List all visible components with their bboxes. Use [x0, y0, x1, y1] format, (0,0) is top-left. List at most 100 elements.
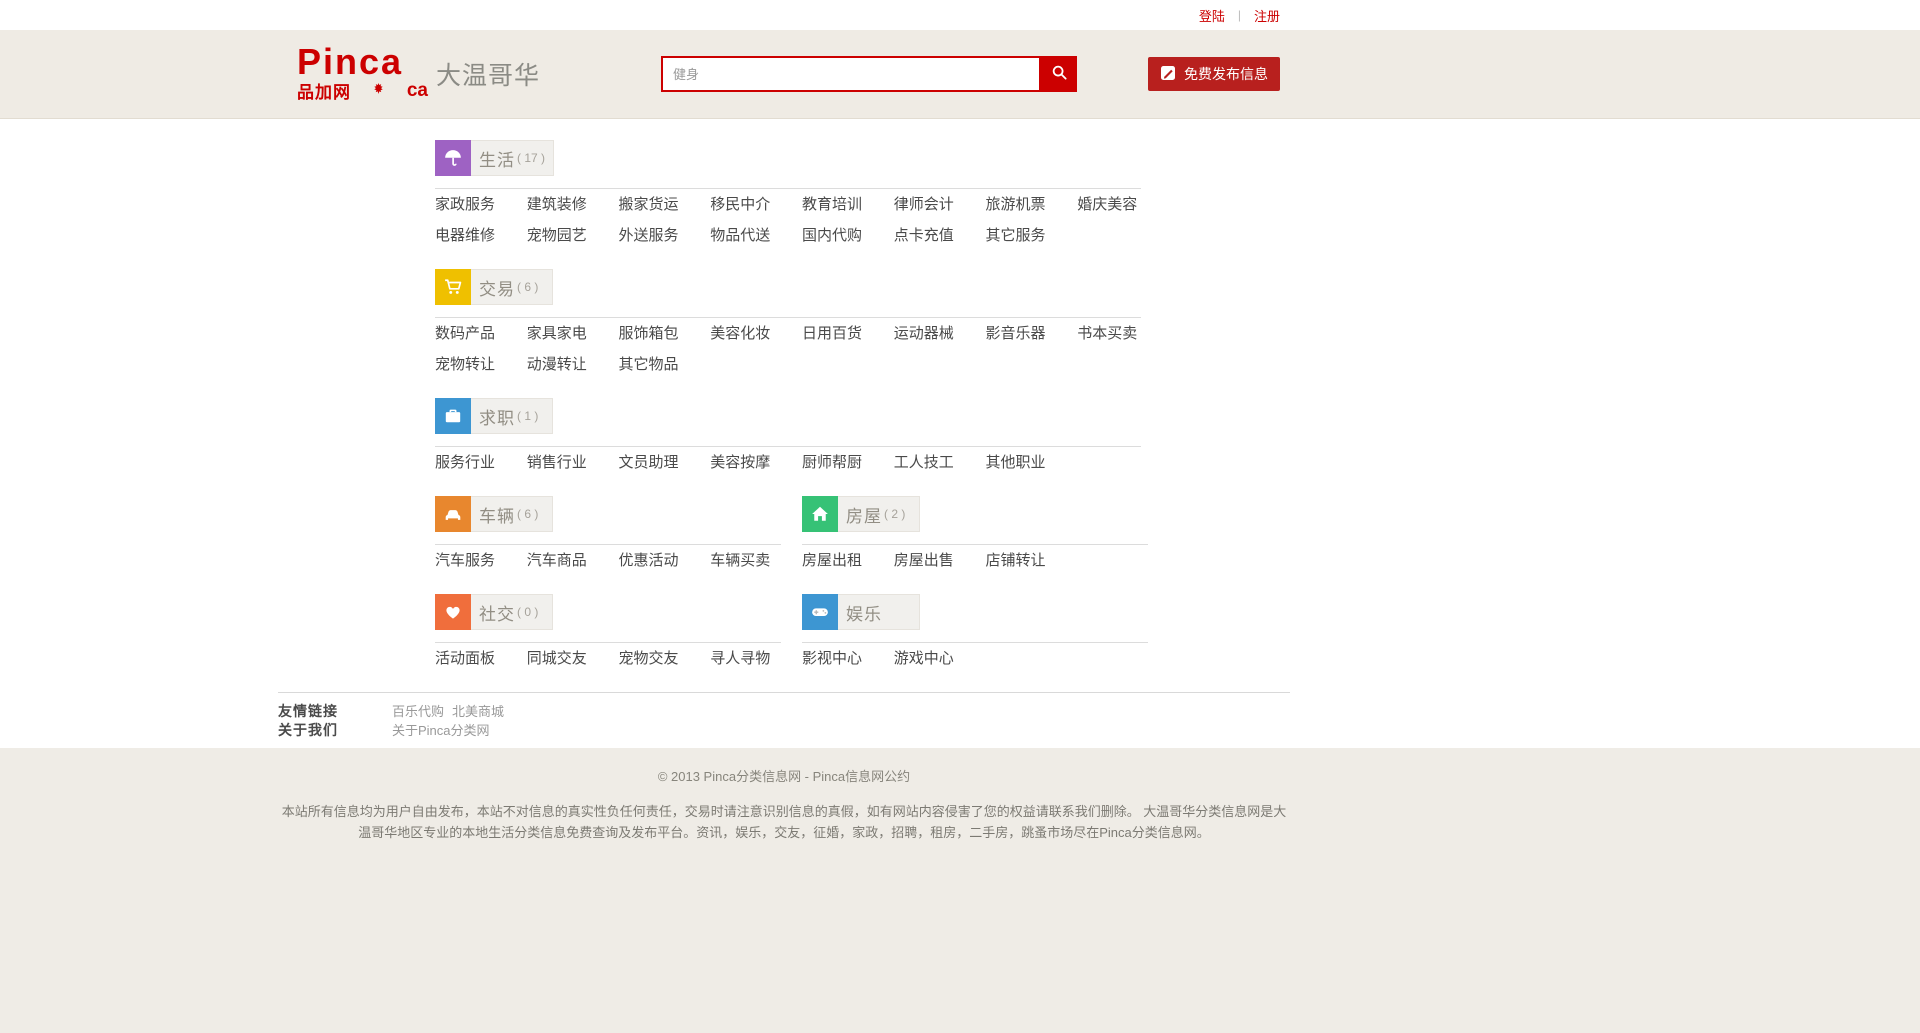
register-link[interactable]: 注册 — [1254, 6, 1280, 25]
friend-link[interactable]: 北美商城 — [452, 704, 504, 719]
briefcase-icon — [435, 398, 471, 434]
car-icon — [435, 496, 471, 532]
category-link[interactable]: 影视中心 — [802, 643, 894, 674]
house-icon — [802, 496, 838, 532]
category-link[interactable]: 移民中介 — [710, 189, 802, 220]
category-link[interactable]: 车辆买卖 — [710, 545, 802, 576]
category-link[interactable]: 同城交友 — [527, 643, 619, 674]
section-social-title: 社交( 0 ) — [471, 594, 553, 630]
friend-links-label: 友情链接 — [278, 702, 392, 721]
city-label: 大温哥华 — [436, 56, 540, 92]
cart-icon — [435, 269, 471, 305]
category-link[interactable]: 美容按摩 — [710, 447, 802, 478]
category-link[interactable]: 教育培训 — [802, 189, 894, 220]
category-link[interactable]: 家具家电 — [527, 318, 619, 349]
section-vehicles-header: 车辆( 6 ) — [435, 496, 781, 532]
logo-domain: ca — [407, 80, 428, 102]
heart-icon — [435, 594, 471, 630]
section-jobs-title: 求职( 1 ) — [471, 398, 553, 434]
search-input[interactable] — [661, 56, 1041, 92]
maple-leaf-icon — [373, 81, 384, 97]
section-trade: 交易( 6 ) 数码产品家具家电服饰箱包美容化妆日用百货运动器械影音乐器书本买卖… — [435, 269, 1141, 380]
category-link[interactable]: 外送服务 — [619, 220, 711, 251]
post-ad-button[interactable]: 免费发布信息 — [1148, 57, 1280, 91]
section-trade-header: 交易( 6 ) — [435, 269, 1141, 305]
category-link[interactable]: 文员助理 — [619, 447, 711, 478]
site-disclaimer: 本站所有信息均为用户自由发布，本站不对信息的真实性负任何责任，交易时请注意识别信… — [278, 801, 1290, 843]
login-link[interactable]: 登陆 — [1199, 6, 1225, 25]
category-link[interactable]: 电器维修 — [435, 220, 527, 251]
category-link[interactable]: 家政服务 — [435, 189, 527, 220]
category-link[interactable]: 宠物园艺 — [527, 220, 619, 251]
gamepad-icon — [802, 594, 838, 630]
category-link[interactable]: 运动器械 — [894, 318, 986, 349]
section-vehicles-title: 车辆( 6 ) — [471, 496, 553, 532]
section-life-title: 生活( 17 ) — [471, 140, 554, 176]
category-link[interactable]: 点卡充值 — [894, 220, 986, 251]
logo-wordmark: Pinca — [297, 45, 428, 78]
category-link[interactable]: 优惠活动 — [619, 545, 711, 576]
category-link[interactable]: 活动面板 — [435, 643, 527, 674]
topbar-separator: | — [1238, 8, 1241, 22]
friend-link[interactable]: 百乐代购 — [392, 704, 444, 719]
category-link[interactable]: 旅游机票 — [986, 189, 1078, 220]
category-link[interactable]: 其他职业 — [986, 447, 1078, 478]
section-vehicles-links: 汽车服务汽车商品优惠活动车辆买卖 — [435, 545, 802, 576]
category-link[interactable]: 销售行业 — [527, 447, 619, 478]
category-link[interactable]: 其它服务 — [986, 220, 1078, 251]
category-link[interactable]: 厨师帮厨 — [802, 447, 894, 478]
section-housing-title: 房屋( 2 ) — [838, 496, 920, 532]
category-link[interactable]: 店铺转让 — [986, 545, 1078, 576]
category-link[interactable]: 国内代购 — [802, 220, 894, 251]
category-link[interactable]: 搬家货运 — [619, 189, 711, 220]
page-footer: © 2013 Pinca分类信息网 - Pinca信息网公约 本站所有信息均为用… — [0, 748, 1920, 1033]
category-link[interactable]: 房屋出售 — [894, 545, 986, 576]
copyright-line: © 2013 Pinca分类信息网 - Pinca信息网公约 — [278, 766, 1290, 785]
section-life-links: 家政服务建筑装修搬家货运移民中介教育培训律师会计旅游机票婚庆美容电器维修宠物园艺… — [435, 189, 1169, 251]
section-vehicles: 车辆( 6 ) 汽车服务汽车商品优惠活动车辆买卖 — [435, 496, 781, 576]
category-link[interactable]: 书本买卖 — [1077, 318, 1169, 349]
about-links-label: 关于我们 — [278, 721, 392, 740]
category-link[interactable]: 宠物交友 — [619, 643, 711, 674]
section-entertainment-title: 娱乐 — [838, 594, 920, 630]
category-link[interactable]: 影音乐器 — [986, 318, 1078, 349]
category-link[interactable]: 汽车商品 — [527, 545, 619, 576]
category-link[interactable]: 房屋出租 — [802, 545, 894, 576]
category-link[interactable]: 游戏中心 — [894, 643, 986, 674]
category-link[interactable]: 宠物转让 — [435, 349, 527, 380]
site-logo[interactable]: Pinca 品加网 ca — [297, 45, 428, 103]
section-social: 社交( 0 ) 活动面板同城交友宠物交友寻人寻物 — [435, 594, 781, 674]
category-link[interactable]: 工人技工 — [894, 447, 986, 478]
category-link[interactable]: 服饰箱包 — [619, 318, 711, 349]
section-entertainment-header: 娱乐 — [802, 594, 1148, 630]
friend-links: 百乐代购北美商城 — [392, 702, 512, 721]
about-links-row: 关于我们 关于Pinca分类网 — [278, 721, 1290, 740]
section-social-links: 活动面板同城交友宠物交友寻人寻物 — [435, 643, 802, 674]
umbrella-icon — [435, 140, 471, 176]
category-link[interactable]: 物品代送 — [710, 220, 802, 251]
section-jobs: 求职( 1 ) 服务行业销售行业文员助理美容按摩厨师帮厨工人技工其他职业 — [435, 398, 1141, 478]
main-content: 生活( 17 ) 家政服务建筑装修搬家货运移民中介教育培训律师会计旅游机票婚庆美… — [0, 119, 1920, 748]
category-link[interactable]: 汽车服务 — [435, 545, 527, 576]
section-jobs-header: 求职( 1 ) — [435, 398, 1141, 434]
category-link[interactable]: 律师会计 — [894, 189, 986, 220]
search-button[interactable] — [1041, 56, 1077, 92]
category-link[interactable]: 日用百货 — [802, 318, 894, 349]
category-link[interactable]: 服务行业 — [435, 447, 527, 478]
section-life: 生活( 17 ) 家政服务建筑装修搬家货运移民中介教育培训律师会计旅游机票婚庆美… — [435, 140, 1141, 251]
category-link[interactable]: 婚庆美容 — [1077, 189, 1169, 220]
section-entertainment-links: 影视中心游戏中心 — [802, 643, 1169, 674]
about-link[interactable]: 关于Pinca分类网 — [392, 723, 490, 738]
category-link[interactable]: 动漫转让 — [527, 349, 619, 380]
footer-links-block: 友情链接 百乐代购北美商城 关于我们 关于Pinca分类网 — [278, 692, 1290, 748]
category-link[interactable]: 建筑装修 — [527, 189, 619, 220]
top-bar: 登陆 | 注册 — [0, 0, 1920, 30]
category-link[interactable]: 美容化妆 — [710, 318, 802, 349]
category-link[interactable]: 寻人寻物 — [710, 643, 802, 674]
category-link[interactable]: 其它物品 — [619, 349, 711, 380]
section-life-header: 生活( 17 ) — [435, 140, 1141, 176]
section-housing-header: 房屋( 2 ) — [802, 496, 1148, 532]
category-link[interactable]: 数码产品 — [435, 318, 527, 349]
site-pact-link[interactable]: Pinca信息网公约 — [813, 769, 911, 784]
section-entertainment: 娱乐 影视中心游戏中心 — [802, 594, 1148, 674]
